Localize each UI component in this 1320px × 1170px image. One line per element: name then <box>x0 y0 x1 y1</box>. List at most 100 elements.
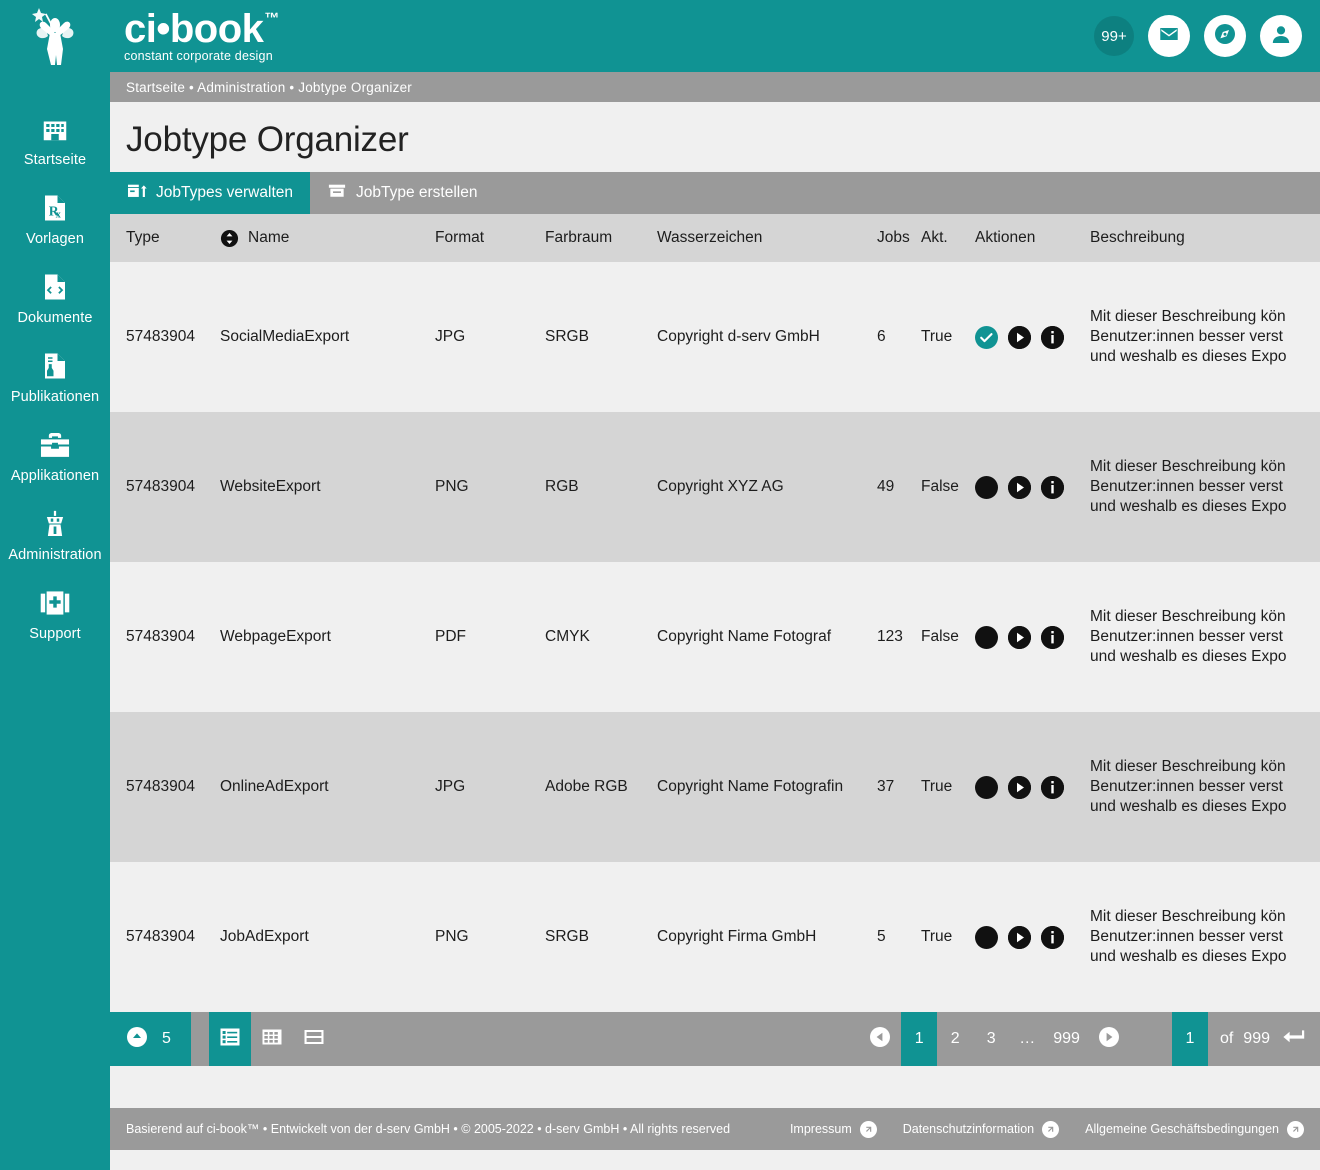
info-circle-icon[interactable] <box>1041 775 1064 799</box>
cell-farbraum: Adobe RGB <box>545 778 628 795</box>
cell-name: WebpageExport <box>220 628 331 645</box>
svg-text:x: x <box>56 209 61 220</box>
description-line: Mit dieser Beschreibung kön <box>1090 908 1286 925</box>
next-page-button[interactable] <box>1088 1012 1130 1066</box>
breadcrumb[interactable]: Startseite • Administration • Jobtype Or… <box>110 72 1320 102</box>
footer-link-datenschutz[interactable]: Datenschutzinformation <box>903 1120 1060 1138</box>
play-circle-icon[interactable] <box>1008 325 1031 349</box>
cell-wasserzeichen: Copyright XYZ AG <box>657 478 784 495</box>
column-header-aktionen: Aktionen <box>975 229 1036 246</box>
sidebar-item-dokumente[interactable]: Dokumente <box>0 258 110 337</box>
play-circle-icon[interactable] <box>1008 625 1031 649</box>
sidebar-item-label: Vorlagen <box>25 231 85 247</box>
cell-format: PNG <box>435 928 469 945</box>
pagination-right: 1 2 3 … 999 1 of 999 <box>859 1012 1320 1066</box>
play-circle-icon[interactable] <box>1008 925 1031 949</box>
cell-jobs: 49 <box>877 478 895 495</box>
info-circle-icon[interactable] <box>1041 925 1064 949</box>
check-circle-icon[interactable] <box>975 325 998 349</box>
cell-beschreibung: Mit dieser Beschreibung kön Benutzer:inne… <box>1090 457 1320 517</box>
list-view-icon <box>219 1026 241 1053</box>
sidebar-item-label: Startseite <box>23 152 87 168</box>
play-circle-icon[interactable] <box>1008 775 1031 799</box>
cell-aktionen <box>975 775 1090 799</box>
column-header-jobs[interactable]: Jobs <box>877 229 921 247</box>
check-circle-icon[interactable] <box>975 775 998 799</box>
page-button-2[interactable]: 2 <box>937 1012 973 1066</box>
column-header-name-label: Name <box>248 229 290 246</box>
explore-button[interactable] <box>1204 15 1246 57</box>
cell-format: JPG <box>435 778 466 795</box>
pagination-left: 5 <box>110 1012 335 1066</box>
column-header-format[interactable]: Format <box>435 229 545 247</box>
tab-label: JobType erstellen <box>356 184 478 201</box>
footer-link-label: Impressum <box>789 1122 852 1136</box>
mail-button[interactable] <box>1148 15 1190 57</box>
column-header-akt[interactable]: Akt. <box>921 229 975 247</box>
check-circle-icon[interactable] <box>975 925 998 949</box>
play-circle-icon[interactable] <box>1008 475 1031 499</box>
grid-view-icon <box>261 1026 283 1053</box>
page-button-last[interactable]: 999 <box>1045 1012 1088 1066</box>
cell-type: 57483904 <box>126 778 195 795</box>
sidebar-item-administration[interactable]: Administration <box>0 495 110 574</box>
view-mode-grid[interactable] <box>251 1012 293 1066</box>
sidebar-item-applikationen[interactable]: Applikationen <box>0 416 110 495</box>
cell-type: 57483904 <box>126 478 195 495</box>
footer-link-impressum[interactable]: Impressum <box>789 1120 877 1138</box>
table-row[interactable]: 57483904 WebpageExport PDF CMYK Copyright Na… <box>110 562 1320 712</box>
brand-logo[interactable]: ci•book ™ constant corporate design <box>124 9 279 63</box>
table-row[interactable]: 57483904 WebsiteExport PNG RGB Copyright XYZ… <box>110 412 1320 562</box>
view-mode-list[interactable] <box>208 1012 251 1066</box>
account-button[interactable] <box>1260 15 1302 57</box>
sidebar-item-vorlagen[interactable]: R x Vorlagen <box>0 179 110 258</box>
column-header-type[interactable]: Type <box>110 229 220 247</box>
column-header-wasserzeichen[interactable]: Wasserzeichen <box>657 229 877 247</box>
sort-updown-icon[interactable] <box>220 229 239 248</box>
tab-jobtype-erstellen[interactable]: JobType erstellen <box>310 172 495 214</box>
description-line: Benutzer:innen besser verst <box>1090 628 1283 645</box>
sidebar-item-startseite[interactable]: Startseite <box>0 100 110 179</box>
info-circle-icon[interactable] <box>1041 325 1064 349</box>
sidebar-item-publikationen[interactable]: Publikationen <box>0 337 110 416</box>
cell-akt: False <box>921 628 959 645</box>
footer-copyright: Basierend auf ci-book™ • Entwickelt von … <box>126 1122 731 1136</box>
rows-per-page-selector[interactable]: 5 <box>110 1012 191 1066</box>
notification-count: 99+ <box>1101 27 1127 45</box>
page-button-1[interactable]: 1 <box>901 1012 938 1066</box>
description-line: Mit dieser Beschreibung kön <box>1090 458 1286 475</box>
page-jump-submit[interactable] <box>1282 1012 1320 1066</box>
prev-page-button[interactable] <box>859 1012 901 1066</box>
notification-badge[interactable]: 99+ <box>1094 16 1134 56</box>
chevron-up-circle-icon <box>126 1026 148 1053</box>
rows-per-page-value: 5 <box>162 1030 171 1047</box>
top-icon-group: 99+ <box>1094 15 1302 57</box>
cell-name: SocialMediaExport <box>220 328 350 345</box>
publication-document-icon <box>40 346 70 386</box>
code-document-icon <box>40 267 70 307</box>
footer-link-agb[interactable]: Allgemeine Geschäftsbedingungen <box>1085 1120 1304 1138</box>
info-circle-icon[interactable] <box>1041 625 1064 649</box>
tab-label: JobTypes verwalten <box>156 184 293 201</box>
top-header: ci•book ™ constant corporate design 99+ <box>110 0 1320 72</box>
view-mode-split[interactable] <box>293 1012 335 1066</box>
info-circle-icon[interactable] <box>1041 475 1064 499</box>
table-row[interactable]: 57483904 SocialMediaExport JPG SRGB Copyrigh… <box>110 262 1320 412</box>
cell-beschreibung: Mit dieser Beschreibung kön Benutzer:inne… <box>1090 607 1320 667</box>
fairy-logo-icon <box>0 0 110 72</box>
cell-akt: False <box>921 478 959 495</box>
sidebar-item-label: Support <box>29 626 81 642</box>
column-header-farbraum[interactable]: Farbraum <box>545 229 657 247</box>
check-circle-icon[interactable] <box>975 475 998 499</box>
breadcrumb-text: Startseite • Administration • Jobtype Or… <box>126 79 412 95</box>
page-button-3[interactable]: 3 <box>973 1012 1009 1066</box>
table-row[interactable]: 57483904 JobAdExport PNG SRGB Copyright Firm… <box>110 862 1320 1012</box>
sidebar-item-support[interactable]: Support <box>0 574 110 653</box>
column-header-name[interactable]: Name <box>220 229 435 248</box>
create-jobtype-icon <box>327 182 347 205</box>
tab-jobtypes-verwalten[interactable]: JobTypes verwalten <box>110 172 310 214</box>
table-row[interactable]: 57483904 OnlineAdExport JPG Adobe RGB Copyri… <box>110 712 1320 862</box>
brand-tagline: constant corporate design <box>124 48 273 63</box>
check-circle-icon[interactable] <box>975 625 998 649</box>
page-jump-input[interactable]: 1 <box>1171 1012 1208 1066</box>
